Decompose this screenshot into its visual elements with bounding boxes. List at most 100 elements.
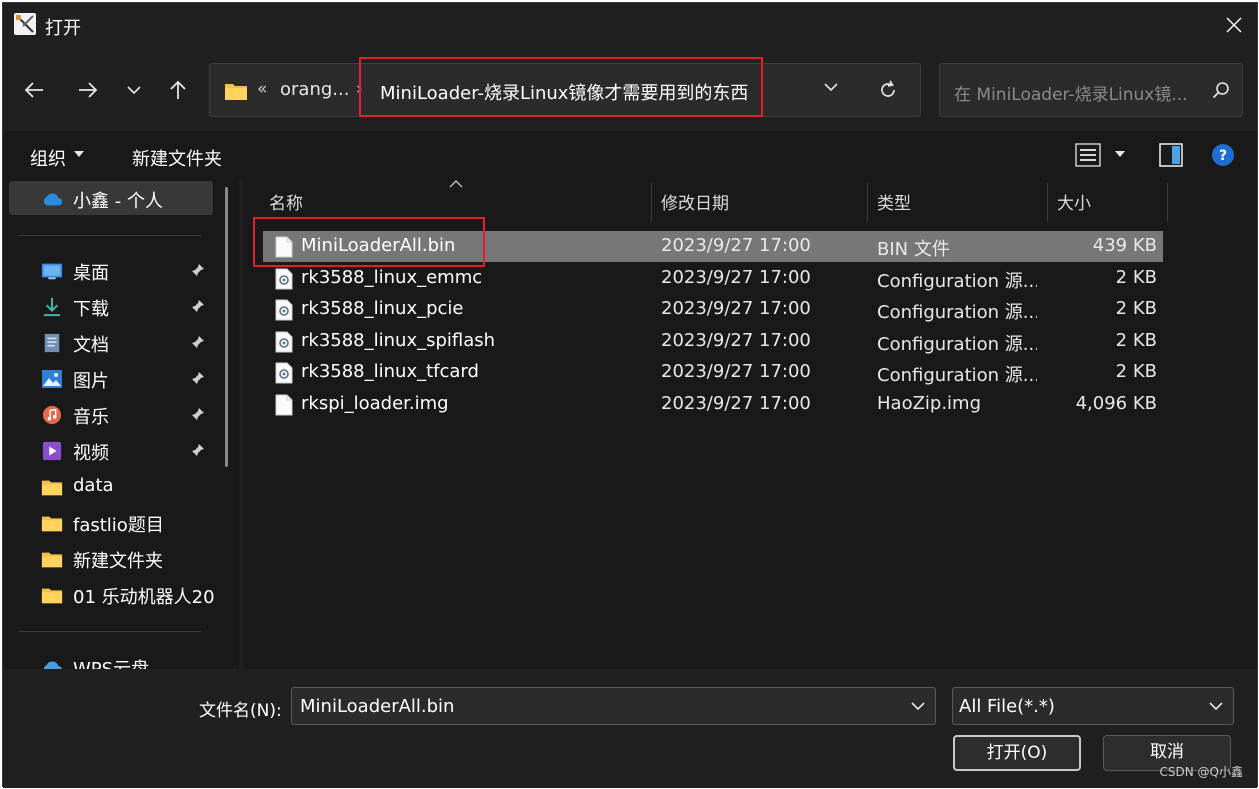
navigation-bar: « orang... › MiniLoader-烧录Linux镜像才需要用到的东…: [3, 47, 1257, 131]
file-size: 439 KB: [1092, 235, 1157, 256]
sidebar-item-pictures[interactable]: 图片: [3, 361, 223, 395]
pin-icon[interactable]: [191, 443, 205, 457]
config-file-icon: [275, 331, 293, 353]
sidebar-item-label: 音乐: [73, 407, 109, 428]
filename-label: 文件名(N):: [199, 701, 282, 721]
help-icon[interactable]: ?: [1211, 143, 1235, 167]
video-icon: [42, 441, 62, 461]
sidebar-item-downloads[interactable]: 下载: [3, 289, 223, 323]
sidebar-item-desktop[interactable]: 桌面: [3, 253, 223, 287]
search-placeholder[interactable]: 在 MiniLoader-烧录Linux镜...: [954, 80, 1188, 105]
dialog-footer: 文件名(N): MiniLoaderAll.bin All File(*.*) …: [3, 669, 1257, 788]
file-icon: [275, 394, 293, 416]
sidebar-item-label: 图片: [73, 371, 109, 392]
sidebar-item-label: fastlio题目: [73, 515, 164, 536]
search-box[interactable]: 在 MiniLoader-烧录Linux镜...: [939, 63, 1243, 117]
view-list-icon[interactable]: [1075, 143, 1101, 167]
pin-icon[interactable]: [191, 407, 205, 421]
refresh-icon[interactable]: [878, 80, 898, 100]
organize-menu-button[interactable]: 组织: [30, 145, 66, 171]
address-overflow-chevrons[interactable]: «: [257, 79, 267, 99]
filename-input[interactable]: MiniLoaderAll.bin: [291, 687, 936, 725]
open-file-dialog: 打开 « orang... › MiniLoader-烧录Linux镜像才需要用…: [2, 2, 1258, 788]
recent-locations-button[interactable]: [121, 77, 147, 103]
column-header-type[interactable]: 类型: [877, 189, 911, 214]
sidebar-scrollbar[interactable]: [225, 187, 228, 467]
column-separator[interactable]: [1047, 183, 1048, 221]
folder-icon: [225, 84, 247, 100]
column-separator[interactable]: [867, 183, 868, 221]
command-toolbar: 组织 新建文件夹 ?: [3, 131, 1257, 179]
sidebar-item-videos[interactable]: 视频: [3, 433, 223, 467]
sidebar-item-documents[interactable]: 文档: [3, 325, 223, 359]
app-icon: [14, 13, 36, 35]
window-title: 打开: [45, 18, 81, 39]
file-row[interactable]: rk3588_linux_emmc 2023/9/27 17:00 Config…: [263, 263, 1163, 294]
column-separator[interactable]: [1167, 183, 1168, 221]
sidebar-item-data[interactable]: data: [3, 469, 223, 503]
desktop-icon: [41, 263, 63, 280]
pin-icon[interactable]: [191, 371, 205, 385]
title-bar: 打开: [3, 3, 1257, 47]
column-header-name[interactable]: 名称: [269, 189, 303, 214]
new-folder-button[interactable]: 新建文件夹: [132, 145, 222, 171]
file-type: Configuration 源...: [877, 302, 1037, 323]
pin-icon[interactable]: [191, 263, 205, 277]
file-size: 2 KB: [1115, 298, 1157, 319]
open-button[interactable]: 打开(O): [953, 735, 1081, 771]
file-name: rkspi_loader.img: [301, 393, 449, 414]
file-type-value[interactable]: All File(*.*): [959, 696, 1055, 717]
file-type: Configuration 源...: [877, 334, 1037, 355]
file-size: 4,096 KB: [1075, 393, 1157, 414]
file-date: 2023/9/27 17:00: [661, 361, 811, 382]
sidebar-item-label: 小鑫 - 个人: [73, 191, 163, 212]
sidebar-item-music[interactable]: 音乐: [3, 397, 223, 431]
file-date: 2023/9/27 17:00: [661, 235, 811, 256]
sidebar-item-fastlio[interactable]: fastlio题目: [3, 505, 223, 539]
file-row[interactable]: rk3588_linux_spiflash 2023/9/27 17:00 Co…: [263, 326, 1163, 357]
arrow-up-icon: [170, 80, 186, 99]
svg-text:?: ?: [1219, 148, 1227, 164]
file-date: 2023/9/27 17:00: [661, 267, 811, 288]
file-row[interactable]: rk3588_linux_tfcard 2023/9/27 17:00 Conf…: [263, 357, 1163, 388]
file-row[interactable]: rk3588_linux_pcie 2023/9/27 17:00 Config…: [263, 294, 1163, 325]
chevron-down-icon[interactable]: [911, 701, 925, 711]
forward-button[interactable]: [75, 77, 101, 103]
chevron-down-icon: [127, 86, 141, 95]
sidebar-item-onedrive[interactable]: 小鑫 - 个人: [9, 181, 213, 215]
sidebar-item-label: data: [73, 475, 114, 496]
file-name: rk3588_linux_spiflash: [301, 330, 496, 351]
sidebar-item-label: 下载: [73, 299, 109, 320]
chevron-down-icon[interactable]: [1209, 701, 1223, 711]
sidebar-item-wps-cloud[interactable]: WPS云盘: [3, 649, 223, 669]
file-type: HaoZip.img: [877, 393, 982, 414]
column-header-size[interactable]: 大小: [1057, 189, 1091, 214]
back-button[interactable]: [21, 77, 47, 103]
close-icon: [1226, 17, 1242, 33]
onedrive-cloud-icon: [43, 193, 63, 206]
preview-pane-icon[interactable]: [1159, 143, 1183, 167]
pin-icon[interactable]: [191, 299, 205, 313]
file-type: Configuration 源...: [877, 271, 1037, 292]
watermark-text: CSDN @Q小鑫: [1159, 765, 1243, 779]
sidebar-item-new-folder[interactable]: 新建文件夹: [3, 541, 223, 575]
up-button[interactable]: [165, 77, 191, 103]
sidebar-item-label: WPS云盘: [73, 655, 149, 669]
arrow-right-icon: [79, 82, 98, 98]
sidebar-item-ledong[interactable]: 01 乐动机器人20: [3, 577, 223, 611]
address-dropdown-icon[interactable]: [824, 82, 838, 92]
pin-icon[interactable]: [191, 335, 205, 349]
sidebar-item-label: 文档: [73, 335, 109, 356]
folder-icon: [41, 552, 63, 568]
close-button[interactable]: [1217, 9, 1251, 41]
caret-down-icon[interactable]: [73, 150, 85, 158]
file-name: rk3588_linux_tfcard: [301, 361, 479, 382]
column-header-date[interactable]: 修改日期: [661, 189, 729, 214]
column-separator[interactable]: [651, 183, 652, 221]
caret-down-icon[interactable]: [1114, 150, 1126, 158]
file-type-select[interactable]: All File(*.*): [952, 687, 1234, 725]
wps-cloud-icon: [43, 661, 62, 669]
filename-value[interactable]: MiniLoaderAll.bin: [300, 696, 454, 717]
file-row[interactable]: rkspi_loader.img 2023/9/27 17:00 HaoZip.…: [263, 389, 1163, 420]
breadcrumb-parent[interactable]: orang...: [280, 79, 349, 100]
